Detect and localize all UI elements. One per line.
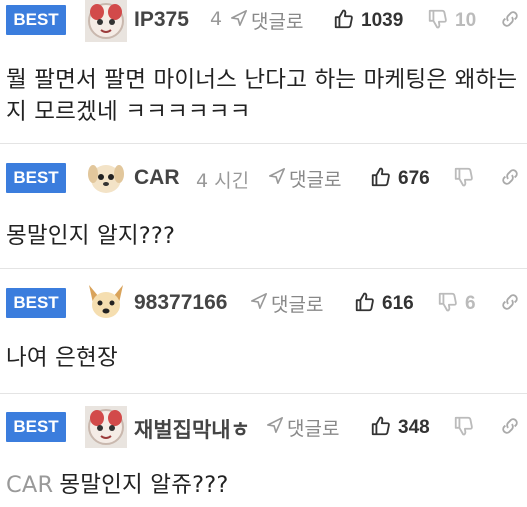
send-icon xyxy=(250,292,268,315)
upvote-button[interactable]: 676 xyxy=(370,166,430,192)
comment-time: 4 시긴 xyxy=(196,170,250,192)
reply-button[interactable]: 댓글로 xyxy=(250,290,324,317)
best-badge: BEST xyxy=(6,163,66,193)
upvote-count: 348 xyxy=(398,417,430,438)
comment-item: BEST CAR 4 시긴 댓글로 676 몽말인지 알지??? xyxy=(0,143,527,269)
send-icon xyxy=(230,9,248,32)
share-link-icon[interactable] xyxy=(499,415,521,441)
thumbs-up-icon xyxy=(354,291,376,317)
comment-item: BEST 재벌집막내ㅎ 댓글로 348 CAR 몽말인지 알쥬??? xyxy=(0,393,527,507)
reply-label: 댓글로 xyxy=(289,169,342,191)
upvote-count: 1039 xyxy=(361,10,404,31)
reply-label: 댓글로 xyxy=(271,294,324,316)
comment-nickname[interactable]: 98377166 xyxy=(134,291,227,315)
share-link-icon[interactable] xyxy=(499,8,521,34)
comment-text: 몽말인지 알쥬??? xyxy=(59,472,229,498)
best-badge: BEST xyxy=(6,5,66,35)
downvote-button[interactable] xyxy=(453,166,481,192)
comment-nickname[interactable]: 재벌집막내ㅎ xyxy=(134,414,258,444)
comment-item: BEST 98377166 댓글로 616 6 나여 은현장 xyxy=(0,268,527,394)
upvote-button[interactable]: 1039 xyxy=(333,8,403,34)
upvote-button[interactable]: 348 xyxy=(370,415,430,441)
plush-doll-avatar[interactable] xyxy=(85,406,127,448)
best-badge: BEST xyxy=(6,412,66,442)
comment-text: 몽말인지 알지??? xyxy=(6,223,176,249)
reply-button[interactable]: 댓글로 xyxy=(230,7,304,34)
puppy-avatar[interactable] xyxy=(85,156,127,198)
share-link-icon[interactable] xyxy=(499,166,521,192)
reply-label: 댓글로 xyxy=(251,11,304,33)
downvote-button[interactable]: 6 xyxy=(437,291,476,317)
share-link-icon[interactable] xyxy=(499,291,521,317)
downvote-button[interactable] xyxy=(453,415,481,441)
comment-time: 4 xyxy=(210,8,223,30)
thumbs-down-icon xyxy=(427,8,449,34)
comment-nickname[interactable]: IP375 xyxy=(134,8,189,32)
reply-button[interactable]: 댓글로 xyxy=(262,414,340,441)
upvote-button[interactable]: 616 xyxy=(354,291,414,317)
downvote-count: 10 xyxy=(455,10,477,31)
comment-nickname[interactable]: CAR xyxy=(134,166,180,190)
downvote-button[interactable]: 10 xyxy=(427,8,476,34)
plush-doll-avatar[interactable] xyxy=(85,0,127,42)
thumbs-up-icon xyxy=(333,8,355,34)
cartoon-dog-avatar[interactable] xyxy=(85,281,127,323)
mention-tag[interactable]: CAR xyxy=(6,472,53,498)
upvote-count: 616 xyxy=(382,293,414,314)
reply-label: 댓글로 xyxy=(287,418,340,440)
send-icon xyxy=(268,167,286,190)
comment-item: BEST IP375 4 댓글로 1039 10 뭘 팔면서 팔면 마이너스 난… xyxy=(0,0,527,144)
send-icon xyxy=(266,416,284,439)
thumbs-up-icon xyxy=(370,166,392,192)
thumbs-up-icon xyxy=(370,415,392,441)
comment-text-row: CAR 몽말인지 알쥬??? xyxy=(6,469,521,501)
reply-button[interactable]: 댓글로 xyxy=(268,165,342,192)
downvote-count: 6 xyxy=(465,293,476,314)
thumbs-down-icon xyxy=(453,166,475,192)
comment-text: 나여 은현장 xyxy=(6,345,118,371)
comment-text: 뭘 팔면서 팔면 마이너스 난다고 하는 마케팅은 왜하는지 모르겠네 ㅋㅋㅋㅋ… xyxy=(6,67,518,125)
best-badge: BEST xyxy=(6,288,66,318)
thumbs-down-icon xyxy=(437,291,459,317)
upvote-count: 676 xyxy=(398,168,430,189)
thumbs-down-icon xyxy=(453,415,475,441)
